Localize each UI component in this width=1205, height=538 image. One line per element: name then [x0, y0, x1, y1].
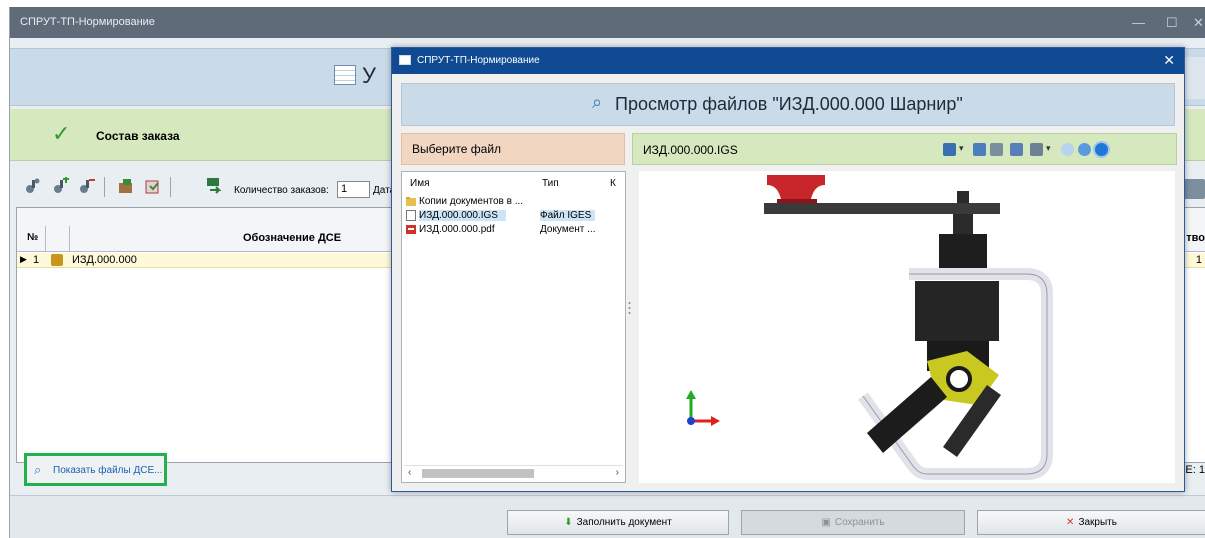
folder-icon — [406, 197, 416, 206]
list-item[interactable]: ИЗД.000.000.pdf Документ ... — [406, 223, 622, 237]
model-shaft-top — [957, 191, 969, 203]
dialog-close-button[interactable]: ✕ — [1163, 52, 1175, 69]
bottom-bar: ⬇ Заполнить документ ▣ Сохранить ✕ Закрыть — [10, 495, 1205, 538]
fill-document-icon: ⬇ — [564, 517, 573, 528]
assembly-icon — [51, 254, 63, 266]
minimize-button[interactable]: — — [1132, 15, 1145, 30]
file-name: ИЗД.000.000.pdf — [419, 224, 495, 235]
app-icon — [399, 55, 411, 65]
3d-viewer-canvas[interactable] — [639, 171, 1175, 483]
floppy-icon: ▣ — [821, 517, 831, 528]
dialog-titlebar[interactable]: СПРУТ-ТП-Нормирование ✕ — [392, 48, 1184, 74]
list-item[interactable]: Копии документов в ... — [406, 195, 622, 209]
order-count-input[interactable]: 1 — [337, 181, 370, 198]
search-icon: ⌕ — [592, 92, 603, 112]
search-files-icon: ⌕ — [34, 462, 42, 477]
dialog-banner: ⌕ Просмотр файлов "ИЗД.000.000 Шарнир" — [401, 83, 1175, 126]
viewer-header: ИЗД.000.000.IGS ▾ ▾ — [632, 133, 1177, 165]
model-top-plate — [764, 203, 1000, 214]
dialog-banner-title: Просмотр файлов "ИЗД.000.000 Шарнир" — [615, 94, 963, 114]
dropdown-arrow-icon[interactable]: ▾ — [1046, 143, 1054, 156]
dropdown-arrow-icon[interactable]: ▾ — [959, 143, 967, 156]
show-dse-files-label: Показать файлы ДСЕ... — [53, 465, 163, 476]
orbit-icon[interactable] — [1010, 143, 1023, 156]
close-button[interactable]: ✕ Закрыть — [977, 510, 1205, 535]
column-header-designation[interactable]: Обозначение ДСЕ — [243, 232, 341, 244]
save-view-icon[interactable] — [943, 143, 956, 156]
check-icon: ✓ — [52, 121, 71, 146]
column-header-k[interactable]: К — [610, 178, 616, 189]
choose-file-header: Выберите файл — [401, 133, 625, 165]
scroll-right-icon[interactable]: › — [616, 467, 619, 478]
save-label: Сохранить — [834, 517, 885, 528]
column-divider — [45, 226, 46, 252]
delete-node-icon[interactable] — [78, 177, 96, 195]
fit-view-icon[interactable] — [973, 143, 986, 156]
file-name: Копии документов в ... — [419, 196, 524, 207]
main-titlebar[interactable]: СПРУТ-ТП-Нормирование — ☐ ✕ — [10, 7, 1205, 38]
viewer-file-name: ИЗД.000.000.IGS — [643, 143, 738, 157]
horizontal-scrollbar[interactable]: ‹ › — [404, 465, 623, 480]
fill-document-button[interactable]: ⬇ Заполнить документ — [507, 510, 729, 535]
close-icon: ✕ — [1066, 517, 1075, 528]
fill-document-label: Заполнить документ — [576, 517, 672, 528]
main-window-title: СПРУТ-ТП-Нормирование — [20, 16, 155, 28]
wireframe-shading-icon[interactable] — [1061, 143, 1074, 156]
file-icon — [406, 210, 416, 221]
model-shaft — [953, 214, 973, 234]
toolbar-separator — [170, 177, 171, 197]
file-name: ИЗД.000.000.IGS — [419, 210, 506, 221]
row-designation: ИЗД.000.000 — [72, 254, 137, 266]
main-banner-title: У — [362, 63, 376, 88]
import-icon[interactable] — [117, 177, 135, 195]
row-number: 1 — [33, 254, 40, 266]
excel-export-icon[interactable] — [206, 177, 224, 195]
add-node-icon[interactable] — [52, 177, 70, 195]
file-list-header: Имя Тип К — [402, 176, 625, 192]
show-dse-files-button[interactable]: ⌕ Показать файлы ДСЕ... — [24, 453, 167, 486]
full-shading-icon[interactable] — [1095, 143, 1108, 156]
column-header-quantity[interactable]: тво — [1186, 232, 1205, 244]
toolbar-separator — [104, 177, 105, 197]
model-housing — [915, 281, 999, 341]
pdf-icon — [406, 225, 416, 234]
row-quantity: 1 — [1195, 254, 1202, 266]
choose-file-label: Выберите файл — [412, 142, 502, 156]
scroll-left-icon[interactable]: ‹ — [408, 467, 411, 478]
model-knob-base — [777, 199, 817, 203]
node-icon[interactable] — [24, 177, 42, 195]
row-pointer-icon: ▶ — [20, 254, 27, 264]
column-header-name[interactable]: Имя — [410, 178, 429, 189]
order-count-label: Количество заказов: — [234, 185, 329, 196]
close-label: Закрыть — [1078, 517, 1117, 528]
dialog-title: СПРУТ-ТП-Нормирование — [417, 55, 540, 66]
column-header-no[interactable]: № — [27, 232, 38, 243]
column-header-type[interactable]: Тип — [542, 178, 559, 189]
model-knob — [767, 175, 825, 199]
file-type: Документ ... — [540, 224, 596, 235]
model-pivot-hole — [946, 366, 972, 392]
export-icon[interactable] — [144, 177, 162, 195]
pane-splitter[interactable] — [628, 133, 631, 483]
file-type: Файл IGES — [540, 210, 596, 221]
close-window-button[interactable]: ✕ — [1193, 15, 1204, 31]
smooth-shading-icon[interactable] — [1078, 143, 1091, 156]
order-composition-label: Состав заказа — [96, 129, 180, 143]
printer-icon[interactable] — [1183, 179, 1205, 199]
scroll-thumb[interactable] — [422, 469, 534, 478]
rotate-view-icon[interactable] — [990, 143, 1003, 156]
list-item-selected[interactable]: ИЗД.000.000.IGS Файл IGES — [406, 209, 622, 223]
display-mode-icon[interactable] — [1030, 143, 1043, 156]
maximize-button[interactable]: ☐ — [1166, 15, 1178, 31]
hinge-model — [764, 175, 1053, 480]
save-button[interactable]: ▣ Сохранить — [741, 510, 965, 535]
file-viewer-dialog: СПРУТ-ТП-Нормирование ✕ ⌕ Просмотр файло… — [391, 47, 1185, 492]
table-icon — [334, 65, 356, 85]
axis-triad — [686, 390, 720, 426]
column-divider — [69, 226, 70, 252]
file-list: Имя Тип К Копии документов в ... ИЗД.000… — [401, 171, 626, 483]
